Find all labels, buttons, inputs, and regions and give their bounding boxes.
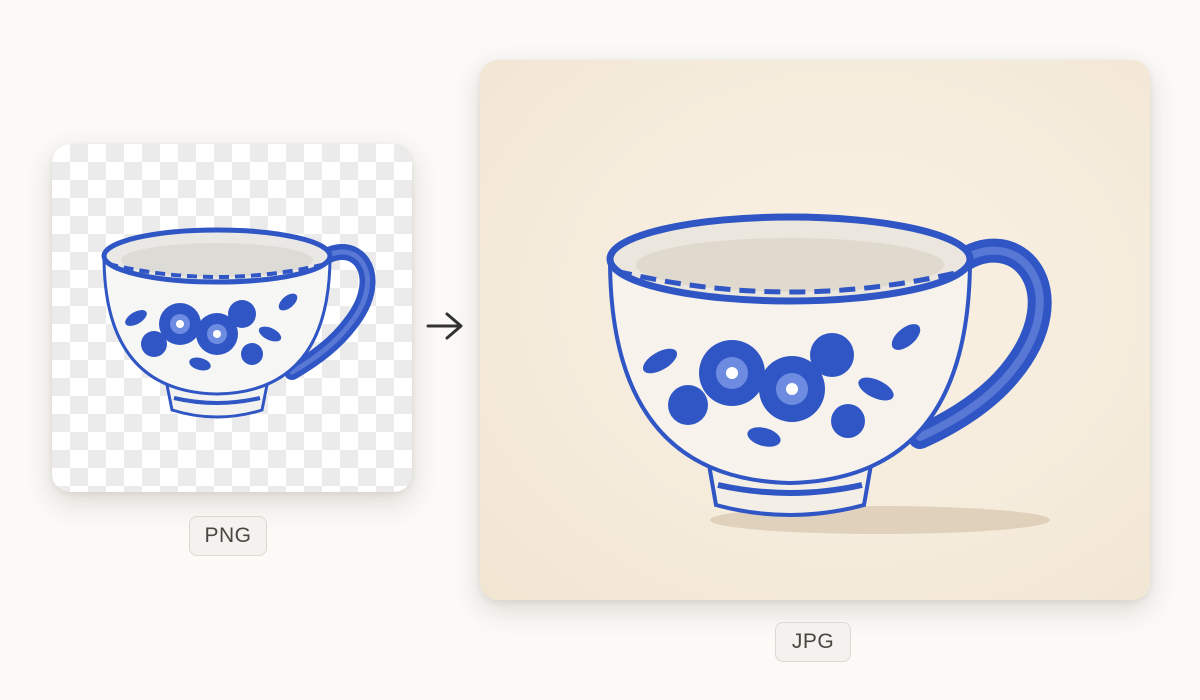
png-format-label: PNG [189,516,267,556]
teacup-image [606,213,1052,534]
arrow-right-icon [426,312,463,340]
png-preview-card [52,144,412,492]
jpg-format-label: JPG [775,622,851,662]
jpg-preview-card [480,60,1150,600]
teacup-image [101,227,376,419]
